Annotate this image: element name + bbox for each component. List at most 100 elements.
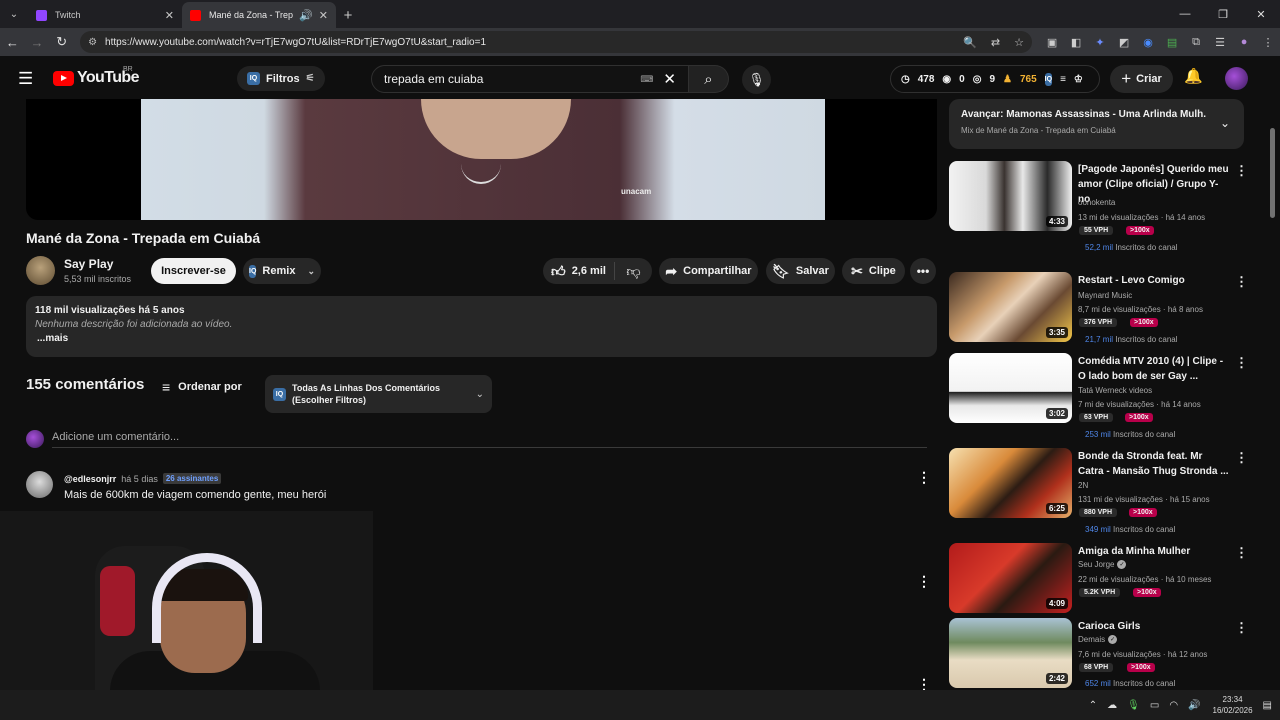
video-player[interactable]: unacam (26, 99, 937, 220)
account-avatar[interactable] (1225, 67, 1248, 90)
reload-icon[interactable]: ↻ (49, 28, 74, 56)
video-thumbnail[interactable]: 4:09 (949, 543, 1072, 613)
browser-menu-icon[interactable]: ⋮ (1256, 36, 1280, 49)
translate-icon[interactable]: ⇄ (991, 36, 1000, 49)
recommended-title[interactable]: Restart - Levo Comigo (1078, 273, 1230, 288)
like-button[interactable]: 👍︎ 2,6 mil (543, 262, 615, 280)
zoom-icon[interactable]: 🔍 (963, 36, 977, 49)
channel-avatar[interactable] (26, 256, 55, 285)
item-more-icon[interactable]: ⋮ (1235, 620, 1248, 636)
comment-time[interactable]: há 5 dias (121, 474, 158, 484)
iq-icon[interactable]: IQ (1044, 72, 1053, 86)
comment-more-icon[interactable]: ⋮ (917, 676, 931, 690)
tray-expand-icon[interactable]: ⌃ (1089, 700, 1097, 711)
restore-icon[interactable]: ❐ (1204, 0, 1242, 28)
site-info-icon[interactable]: ⚙ (88, 37, 97, 48)
tab-close-icon[interactable]: ✕ (319, 9, 328, 22)
stats-extension[interactable]: ◷ 478 ◉ 0 ◎ 9 ♟ 765 IQ ≡ ♔ (890, 65, 1100, 93)
recommended-item[interactable]: 4:09 Amiga da Minha Mulher Seu Jorge ✓ 22… (949, 543, 1249, 613)
list-icon[interactable]: ≡ (1060, 74, 1066, 85)
recommended-channel[interactable]: 2N (1078, 481, 1088, 490)
extension-icon[interactable]: ▣ (1040, 36, 1064, 49)
video-thumbnail[interactable]: 4:33 (949, 161, 1072, 231)
wifi-icon[interactable]: ◠ (1169, 700, 1178, 711)
tab-search-icon[interactable]: ⌄ (0, 0, 28, 28)
playlist-queue[interactable]: Avançar: Mamonas Assassinas - Uma Arlind… (949, 99, 1244, 149)
recommended-channel[interactable]: Demais ✓ (1078, 635, 1118, 644)
notifications-bell-icon[interactable]: 🔔 (1184, 67, 1203, 85)
tab-youtube[interactable]: Mané da Zona - Trepada em 🔊 ✕ (182, 2, 336, 28)
add-comment-input[interactable]: Adicione um comentário... (52, 431, 179, 443)
search-button[interactable]: ⌕ (689, 65, 729, 93)
address-bar[interactable]: ⚙ https://www.youtube.com/watch?v=rTjE7w… (80, 31, 1033, 53)
monitor-icon[interactable]: ▭ (1150, 700, 1159, 711)
subscribe-button[interactable]: Inscrever-se (151, 258, 236, 284)
recommended-title[interactable]: Amiga da Minha Mulher (1078, 544, 1230, 559)
reading-list-icon[interactable]: ☰ (1208, 36, 1232, 49)
video-thumbnail[interactable]: 3:02 (949, 353, 1072, 423)
minimize-icon[interactable]: — (1166, 0, 1204, 28)
new-tab-button[interactable]: + (336, 2, 360, 28)
clear-search-icon[interactable]: ✕ (663, 70, 676, 88)
recommended-channel[interactable]: Maynard Music (1078, 291, 1132, 300)
volume-icon[interactable]: 🔊 (1188, 700, 1200, 711)
video-thumbnail[interactable]: 3:35 (949, 272, 1072, 342)
channel-name[interactable]: Say Play (64, 257, 113, 271)
extension-icon[interactable]: ◉ (1136, 36, 1160, 49)
url-text[interactable]: https://www.youtube.com/watch?v=rTjE7wgO… (105, 37, 949, 48)
tab-close-icon[interactable]: ✕ (165, 9, 174, 22)
create-button[interactable]: + Criar (1110, 65, 1173, 93)
chevron-down-icon[interactable]: ⌄ (1220, 116, 1230, 130)
recommended-item[interactable]: 2:42 Carioca Girls Demais ✓ 7,6 mi de vis… (949, 618, 1249, 690)
item-more-icon[interactable]: ⋮ (1235, 163, 1248, 179)
recommended-item[interactable]: 4:33 [Pagode Japonês] Querido meu amor (… (949, 161, 1249, 252)
speaker-icon[interactable]: 🔊 (299, 9, 313, 22)
youtube-logo[interactable]: YouTube BR (53, 66, 139, 87)
forward-icon[interactable]: → (25, 28, 50, 56)
recommended-channel[interactable]: Seu Jorge ✓ (1078, 560, 1127, 569)
recommended-item[interactable]: 6:25 Bonde da Stronda feat. Mr Catra - M… (949, 448, 1249, 538)
dislike-button[interactable]: 👎︎ (615, 263, 652, 280)
comment-more-icon[interactable]: ⋮ (917, 573, 931, 590)
extension-icon[interactable]: ✦ (1088, 36, 1112, 49)
profile-avatar-icon[interactable]: ● (1232, 36, 1256, 48)
more-actions-button[interactable]: ••• (910, 258, 936, 284)
extension-icon[interactable]: ◧ (1064, 36, 1088, 49)
save-button[interactable]: 🔖︎ Salvar (766, 258, 835, 284)
recommended-channel[interactable]: Tatá Werneck videos (1078, 386, 1152, 395)
description-more-link[interactable]: ...mais (35, 333, 928, 344)
notification-center-icon[interactable]: ▤ (1263, 700, 1272, 711)
comment-more-icon[interactable]: ⋮ (917, 469, 931, 486)
mic-tray-icon[interactable]: 🎙 (1127, 700, 1140, 711)
clock[interactable]: 23:34 16/02/2026 (1213, 694, 1253, 716)
comment-avatar[interactable] (26, 471, 53, 498)
close-window-icon[interactable]: ✕ (1242, 0, 1280, 28)
page-scrollbar[interactable] (1270, 128, 1275, 218)
item-more-icon[interactable]: ⋮ (1235, 274, 1248, 290)
recommended-title[interactable]: Bonde da Stronda feat. Mr Catra - Mansão… (1078, 449, 1230, 479)
back-icon[interactable]: ← (0, 28, 25, 56)
sort-comments-button[interactable]: ≡ Ordenar por (162, 379, 242, 395)
bookmark-star-icon[interactable]: ☆ (1014, 36, 1024, 49)
recommended-item[interactable]: 3:35 Restart - Levo Comigo Maynard Music… (949, 272, 1249, 362)
extensions-puzzle-icon[interactable]: ⧉ (1184, 36, 1208, 49)
trophy-icon[interactable]: ♔ (1074, 74, 1083, 85)
item-more-icon[interactable]: ⋮ (1235, 450, 1248, 466)
keyboard-icon[interactable]: ⌨ (640, 74, 653, 85)
comment-filter-select[interactable]: IQ Todas As Linhas Dos Comentários (Esco… (265, 375, 492, 413)
recommended-title[interactable]: Comédia MTV 2010 (4) | Clipe - O lado bo… (1078, 354, 1230, 384)
voice-search-button[interactable]: 🎙 (742, 65, 771, 94)
extension-icon[interactable]: ▤ (1160, 36, 1184, 49)
search-value[interactable]: trepada em cuiaba (384, 72, 640, 86)
extension-icon[interactable]: ◩ (1112, 36, 1136, 49)
tab-twitch[interactable]: Twitch ✕ (28, 2, 182, 28)
video-thumbnail[interactable]: 6:25 (949, 448, 1072, 518)
recommended-title[interactable]: Carioca Girls (1078, 619, 1230, 634)
filters-button[interactable]: IQ Filtros ⚟ (237, 66, 325, 91)
share-button[interactable]: ➦ Compartilhar (659, 258, 758, 284)
menu-icon[interactable]: ☰ (18, 69, 34, 89)
recommended-item[interactable]: 3:02 Comédia MTV 2010 (4) | Clipe - O la… (949, 353, 1249, 443)
remix-button[interactable]: IQ Remix ⌄ (243, 258, 321, 284)
video-thumbnail[interactable]: 2:42 (949, 618, 1072, 688)
item-more-icon[interactable]: ⋮ (1235, 355, 1248, 371)
